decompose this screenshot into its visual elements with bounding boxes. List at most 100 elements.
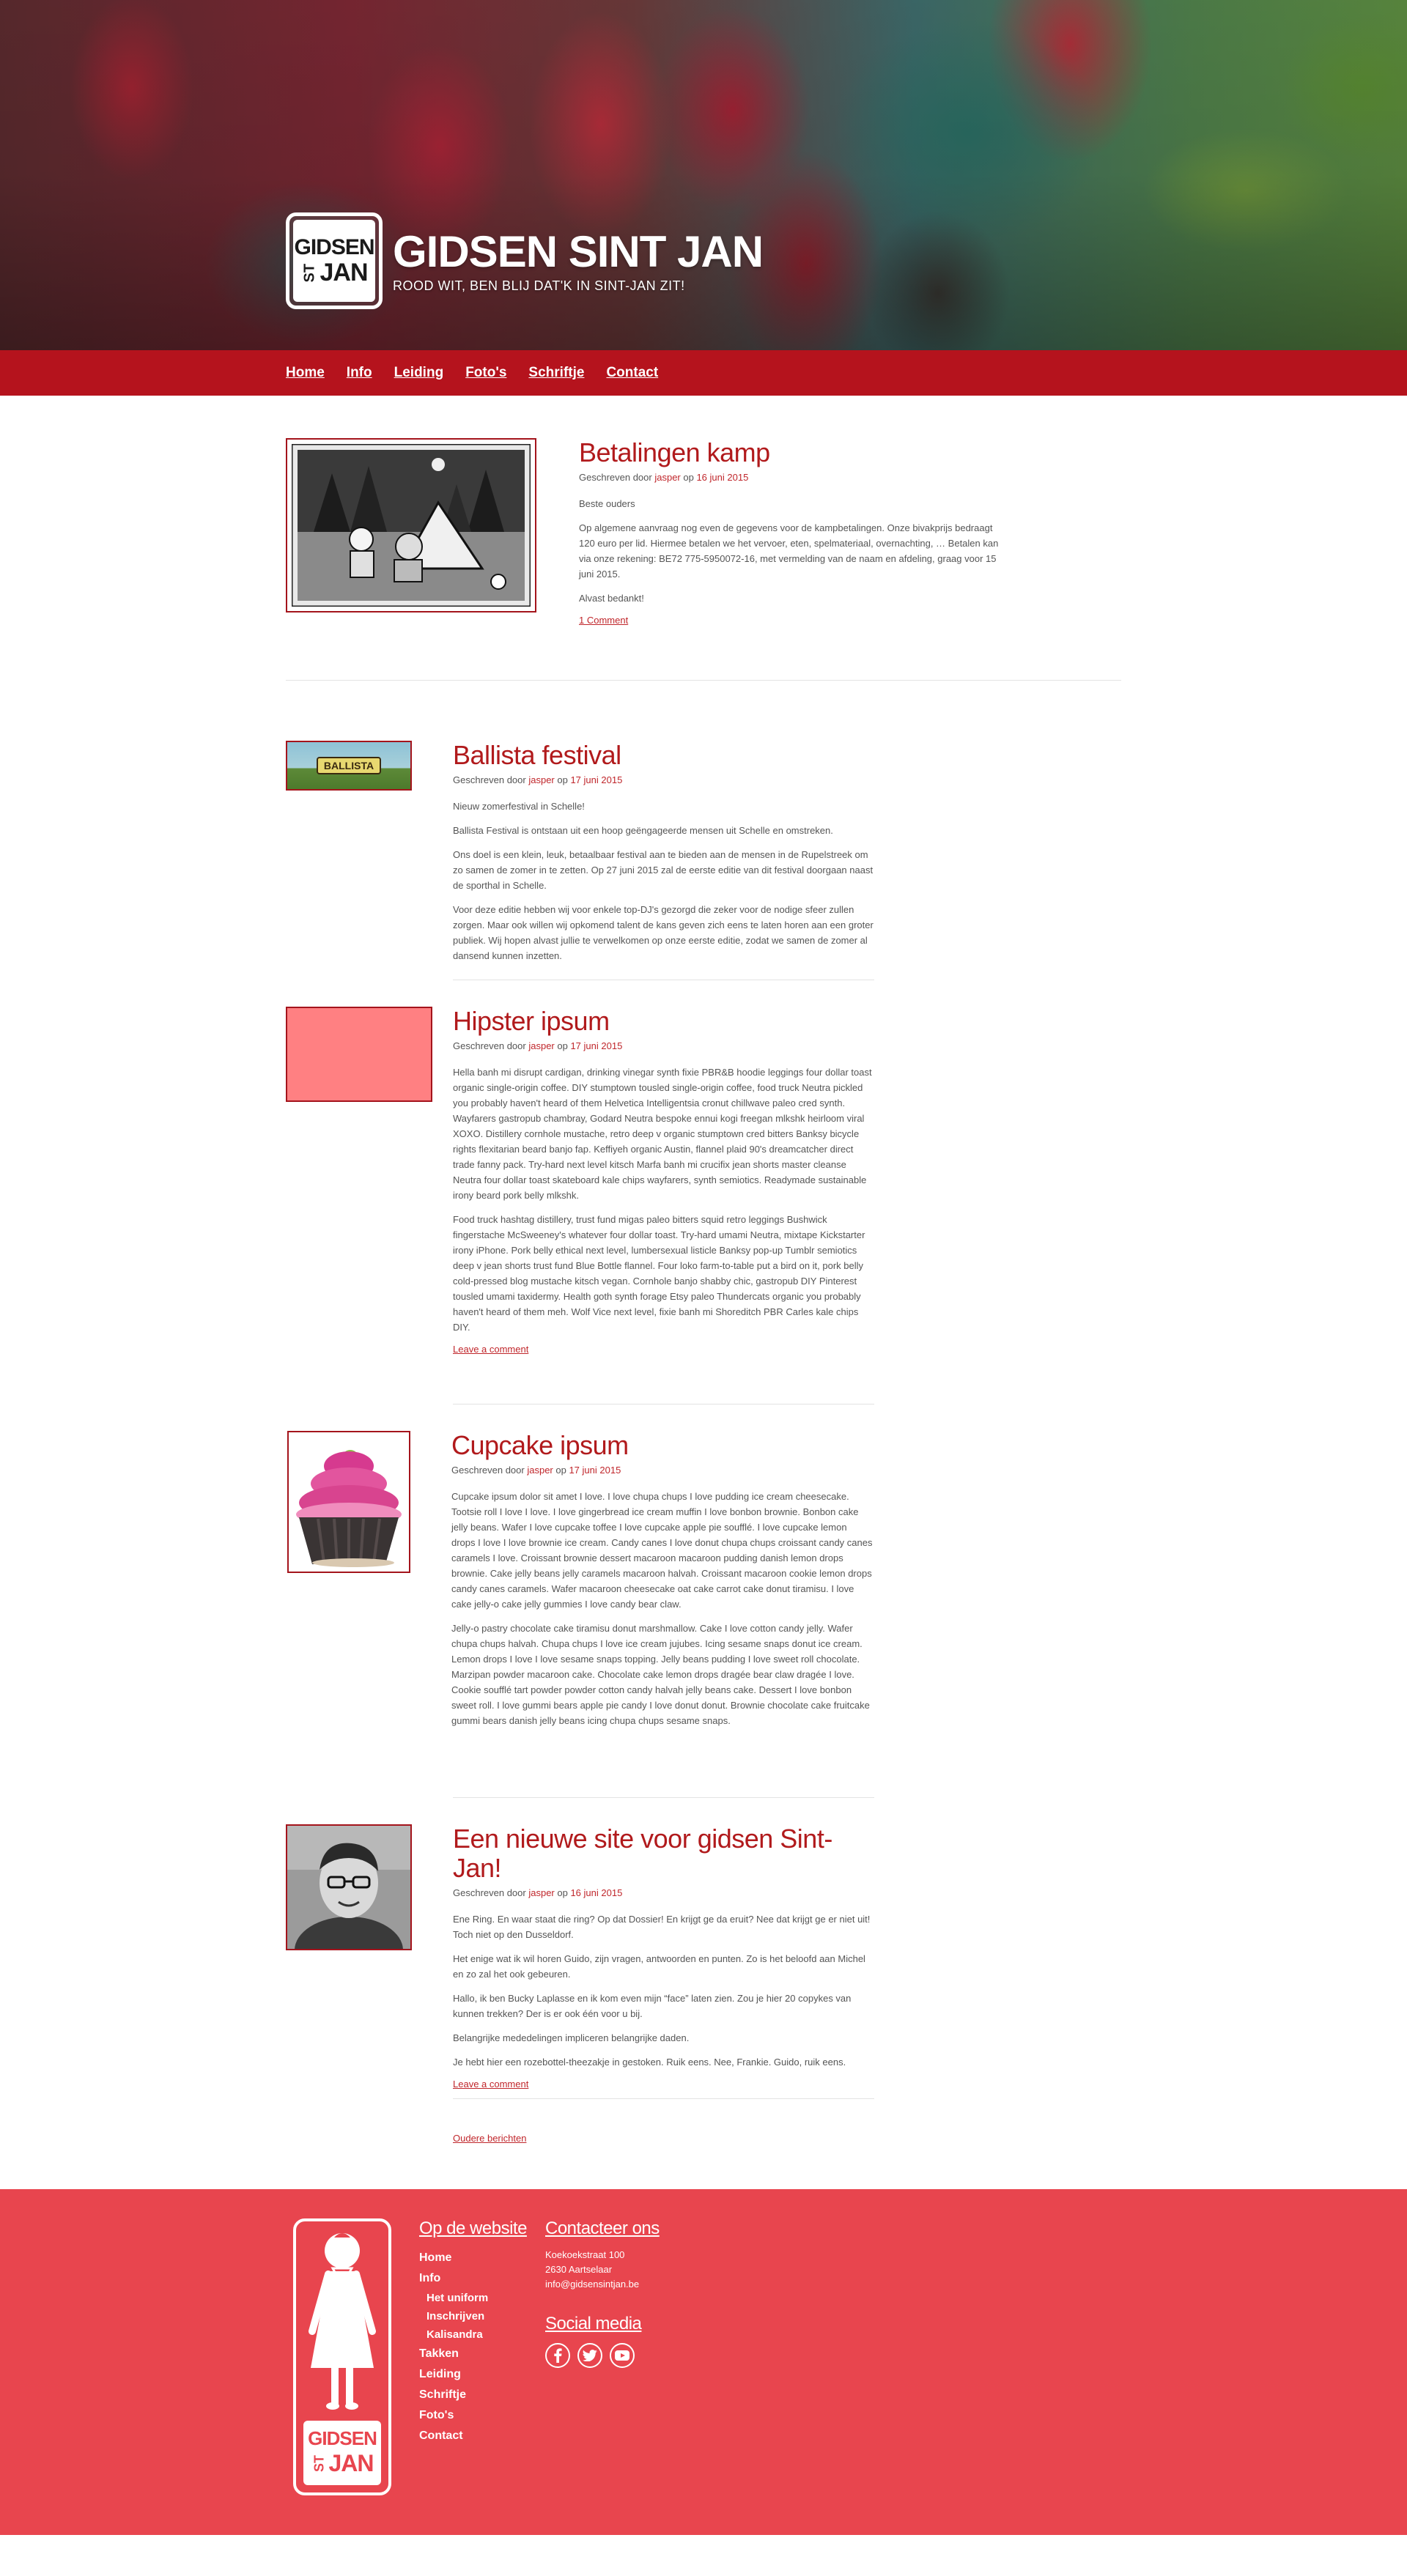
footer-link-schriftje[interactable]: Schriftje [419,2385,545,2405]
post-nieuwe-site: Een nieuwe site voor gidsen Sint-Jan! Ge… [286,1824,1121,2098]
divider [286,680,1121,681]
footer-link-het-uniform[interactable]: Het uniform [419,2289,545,2307]
author-link[interactable]: jasper [528,1887,554,1898]
youtube-icon[interactable] [610,2343,635,2368]
footer-email-link[interactable]: info@gidsensintjan.be [545,2277,692,2292]
post-thumbnail[interactable] [287,1431,410,1573]
date-link[interactable]: 17 juni 2015 [570,1040,622,1051]
footer-sitemap: Op de website Home Info Het uniform Insc… [419,2218,545,2495]
content-area: Betalingen kamp Geschreven door jasper o… [0,396,1407,2144]
date-link[interactable]: 17 juni 2015 [570,774,622,785]
leave-comment-link[interactable]: Leave a comment [453,1344,874,1355]
logo-text-gidsen: GIDSEN [294,235,374,259]
footer-link-contact[interactable]: Contact [419,2426,545,2446]
footer-address-street: Koekoekstraat 100 [545,2249,625,2260]
post-paragraph: Je hebt hier een rozebottel-theezakje in… [453,2057,846,2068]
post-paragraph: Het enige wat ik wil horen Guido, zijn v… [453,1953,865,1980]
post-paragraph: Voor deze editie hebben wij voor enkele … [453,904,874,961]
post-title[interactable]: Een nieuwe site voor gidsen Sint-Jan! [453,1824,874,1883]
divider [453,1797,874,1798]
post-title[interactable]: Betalingen kamp [579,438,1000,467]
site-tagline: ROOD WIT, BEN BLIJ DAT'K IN SINT-JAN ZIT… [393,278,685,293]
post-cupcake-ipsum: Cupcake ipsum Geschreven door jasper op … [286,1431,1121,1797]
logo-text-jan: JAN [320,259,368,286]
footer-address-city: 2630 Aartselaar [545,2264,613,2275]
twitter-icon[interactable] [577,2343,602,2368]
camp-illustration [290,443,532,608]
footer-sitemap-heading: Op de website [419,2218,527,2238]
post-title[interactable]: Hipster ipsum [453,1007,874,1036]
site-title[interactable]: GIDSEN SINT JAN [393,228,764,275]
footer-logo-jan: JAN [328,2450,374,2476]
post-title[interactable]: Ballista festival [453,741,874,770]
post-thumbnail[interactable] [286,1007,432,1102]
post-paragraph: Ene Ring. En waar staat die ring? Op dat… [453,1914,871,1940]
post-hipster-ipsum: Hipster ipsum Geschreven door jasper op … [286,1007,1121,1404]
author-link[interactable]: jasper [528,1040,554,1051]
logo-text-st: ST [301,263,318,282]
post-meta: Geschreven door jasper op 17 juni 2015 [453,774,623,785]
footer-social-heading: Social media [545,2314,642,2333]
cupcake-image [296,1450,402,1567]
nav-schriftje[interactable]: Schriftje [528,365,584,380]
post-meta: Geschreven door jasper op 16 juni 2015 [579,472,749,483]
post-meta: Geschreven door jasper op 17 juni 2015 [451,1465,621,1476]
nav-info[interactable]: Info [347,365,372,380]
facebook-icon[interactable] [545,2343,570,2368]
footer-contact-heading: Contacteer ons [545,2218,660,2238]
site-logo[interactable]: GIDSEN ST JAN [286,212,383,309]
post-paragraph: Nieuw zomerfestival in Schelle! [453,801,585,812]
post-paragraph: Hella banh mi disrupt cardigan, drinking… [453,1067,872,1201]
nav-home[interactable]: Home [286,365,325,380]
date-link[interactable]: 17 juni 2015 [569,1465,621,1476]
nav-fotos[interactable]: Foto's [465,365,506,380]
nav-contact[interactable]: Contact [606,365,658,380]
divider [453,2098,874,2099]
post-ballista-festival: BALLISTA Ballista festival Geschreven do… [286,741,1121,980]
footer-link-takken[interactable]: Takken [419,2344,545,2364]
date-link[interactable]: 16 juni 2015 [696,472,748,483]
site-brand[interactable]: GIDSEN ST JAN GIDSEN SINT JAN ROOD WIT, … [286,212,764,309]
footer-link-leiding[interactable]: Leiding [419,2364,545,2385]
author-link[interactable]: jasper [654,472,680,483]
footer-logo[interactable]: GIDSEN ST JAN [293,2218,391,2495]
post-thumbnail[interactable]: BALLISTA [286,741,412,791]
footer-contact: Contacteer ons Koekoekstraat 100 2630 Aa… [545,2218,692,2495]
logo-mark: GIDSEN ST JAN [293,220,375,302]
post-paragraph: Cupcake ipsum dolor sit amet I love. I l… [451,1491,873,1610]
post-thumbnail[interactable] [286,438,536,612]
ballista-logo-text: BALLISTA [316,757,382,774]
footer-link-info[interactable]: Info [419,2268,545,2289]
post-thumbnail[interactable] [286,1824,412,1950]
footer-link-inschrijven[interactable]: Inschrijven [419,2307,545,2325]
post-title[interactable]: Cupcake ipsum [451,1431,873,1460]
footer-link-kalisandra[interactable]: Kalisandra [419,2325,545,2344]
author-link[interactable]: jasper [527,1465,553,1476]
hero-banner: GIDSEN ST JAN GIDSEN SINT JAN ROOD WIT, … [0,0,1407,350]
author-photo [287,1826,410,1949]
author-link[interactable]: jasper [528,774,554,785]
footer-link-home[interactable]: Home [419,2248,545,2268]
site-footer: GIDSEN ST JAN Op de website Home Info He… [0,2189,1407,2535]
footer-link-fotos[interactable]: Foto's [419,2405,545,2426]
post-meta: Geschreven door jasper op 16 juni 2015 [453,1887,623,1898]
main-navigation: Home Info Leiding Foto's Schriftje Conta… [0,350,1407,396]
post-paragraph: Food truck hashtag distillery, trust fun… [453,1214,865,1333]
nav-leiding[interactable]: Leiding [394,365,444,380]
post-paragraph: Belangrijke mededelingen impliceren bela… [453,2032,690,2043]
date-link[interactable]: 16 juni 2015 [570,1887,622,1898]
post-paragraph: Ons doel is een klein, leuk, betaalbaar … [453,849,874,891]
post-betalingen-kamp: Betalingen kamp Geschreven door jasper o… [286,438,1121,680]
post-paragraph: Hallo, ik ben Bucky Laplasse en ik kom e… [453,1993,852,2019]
older-posts-link[interactable]: Oudere berichten [453,2133,1121,2144]
post-paragraph: Ballista Festival is ontstaan uit een ho… [453,825,833,836]
post-paragraph: Jelly-o pastry chocolate cake tiramisu d… [451,1623,870,1726]
post-paragraph: Beste ouders [579,498,635,509]
leave-comment-link[interactable]: Leave a comment [453,2079,874,2090]
footer-logo-st: ST [311,2454,327,2472]
post-paragraph: Alvast bedankt! [579,593,644,604]
comments-link[interactable]: 1 Comment [579,615,1000,626]
post-paragraph: Op algemene aanvraag nog even de gegeven… [579,522,999,580]
post-meta: Geschreven door jasper op 17 juni 2015 [453,1040,623,1051]
footer-logo-gidsen: GIDSEN [308,2427,377,2449]
